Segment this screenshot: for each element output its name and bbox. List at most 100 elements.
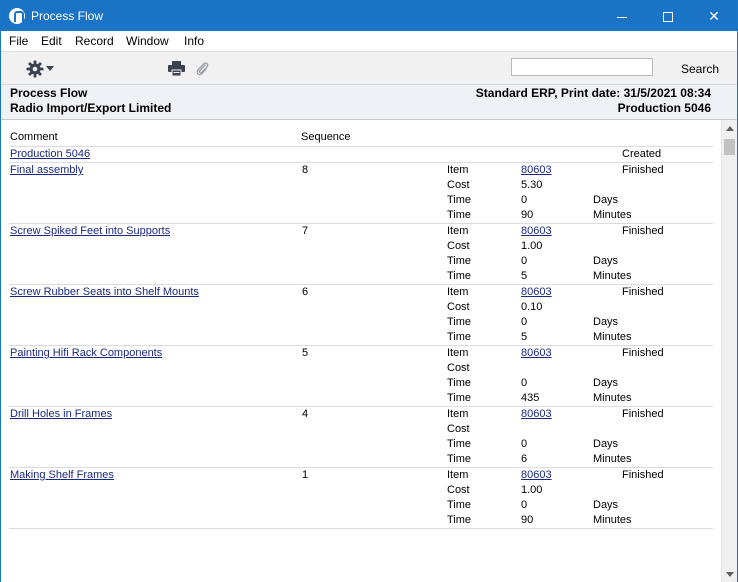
item-link[interactable]: 80603 (521, 408, 552, 420)
time-label: Time (447, 499, 472, 511)
divider (9, 528, 713, 529)
cost-label: Cost (447, 362, 470, 374)
time-label: Time (447, 392, 472, 404)
minutes-unit: Minutes (593, 270, 632, 282)
divider (9, 345, 713, 346)
maximize-button[interactable] (645, 1, 691, 31)
days-unit: Days (593, 499, 619, 511)
cost-value: 1.00 (521, 240, 543, 252)
step-comment-link[interactable]: Screw Spiked Feet into Supports (10, 225, 170, 237)
cost-label: Cost (447, 240, 470, 252)
menu-info[interactable]: Info (184, 34, 204, 48)
step-comment-link[interactable]: Screw Rubber Seats into Shelf Mounts (10, 286, 199, 298)
printer-icon[interactable] (168, 61, 185, 76)
vertical-scrollbar[interactable] (721, 120, 737, 582)
gear-icon[interactable] (26, 60, 44, 78)
scroll-thumb[interactable] (724, 139, 735, 155)
report-title: Process Flow (10, 86, 88, 100)
days-unit: Days (593, 377, 619, 389)
days-unit: Days (593, 438, 619, 450)
minimize-button[interactable] (599, 1, 645, 31)
step-sequence: 8 (302, 164, 309, 176)
item-label: Item (447, 347, 469, 359)
step-sequence: 5 (302, 347, 309, 359)
window-title: Process Flow (31, 9, 104, 23)
days-value: 0 (521, 499, 528, 511)
minutes-value: 435 (521, 392, 540, 404)
paperclip-icon[interactable] (195, 60, 209, 77)
divider (9, 284, 713, 285)
days-unit: Days (593, 316, 619, 328)
step-status: Finished (622, 164, 664, 176)
step-comment-link[interactable]: Final assembly (10, 164, 83, 176)
step-sequence: 1 (302, 469, 309, 481)
scroll-down-icon[interactable] (726, 572, 734, 577)
time-label: Time (447, 331, 472, 343)
item-label: Item (447, 225, 469, 237)
time-label: Time (447, 270, 472, 282)
minutes-value: 90 (521, 514, 534, 526)
item-link[interactable]: 80603 (521, 164, 552, 176)
menu-window[interactable]: Window (126, 34, 169, 48)
cost-value: 5.30 (521, 179, 543, 191)
menu-edit[interactable]: Edit (41, 34, 62, 48)
step-status: Finished (622, 225, 664, 237)
production-ref: Production 5046 (617, 101, 711, 115)
title-bar[interactable]: Process Flow ✕ (1, 1, 737, 31)
time-label: Time (447, 316, 472, 328)
search-input[interactable] (511, 58, 653, 76)
maximize-icon (663, 12, 673, 23)
production-status: Created (622, 148, 662, 160)
cost-label: Cost (447, 423, 470, 435)
item-link[interactable]: 80603 (521, 347, 552, 359)
days-value: 0 (521, 194, 528, 206)
minimize-icon (617, 16, 627, 18)
menu-file[interactable]: File (9, 34, 28, 48)
time-label: Time (447, 209, 472, 221)
time-label: Time (447, 377, 472, 389)
menu-record[interactable]: Record (75, 34, 114, 48)
report-header: Process Flow Radio Import/Export Limited… (1, 84, 737, 120)
cost-label: Cost (447, 301, 470, 313)
minutes-unit: Minutes (593, 392, 632, 404)
close-button[interactable]: ✕ (691, 1, 737, 31)
step-sequence: 6 (302, 286, 309, 298)
step-comment-link[interactable]: Making Shelf Frames (10, 469, 114, 481)
time-label: Time (447, 438, 472, 450)
search-button[interactable]: Search (681, 62, 719, 76)
minutes-value: 90 (521, 209, 534, 221)
days-unit: Days (593, 194, 619, 206)
item-link[interactable]: 80603 (521, 225, 552, 237)
minutes-unit: Minutes (593, 453, 632, 465)
days-value: 0 (521, 255, 528, 267)
step-status: Finished (622, 286, 664, 298)
cost-value: 1.00 (521, 484, 543, 496)
print-date: Standard ERP, Print date: 31/5/2021 08:3… (475, 86, 711, 100)
minutes-unit: Minutes (593, 331, 632, 343)
divider (9, 223, 713, 224)
item-link[interactable]: 80603 (521, 286, 552, 298)
scroll-up-icon[interactable] (726, 126, 734, 131)
minutes-value: 5 (521, 331, 528, 343)
days-value: 0 (521, 316, 528, 328)
step-status: Finished (622, 347, 664, 359)
time-label: Time (447, 255, 472, 267)
process-flow-window: Process Flow ✕ File Edit Record Window I… (0, 0, 738, 582)
divider (9, 406, 713, 407)
item-link[interactable]: 80603 (521, 469, 552, 481)
step-status: Finished (622, 408, 664, 420)
minutes-value: 6 (521, 453, 528, 465)
production-link[interactable]: Production 5046 (10, 148, 90, 160)
step-comment-link[interactable]: Painting Hifi Rack Components (10, 347, 162, 359)
item-label: Item (447, 408, 469, 420)
menu-bar: File Edit Record Window Info (1, 31, 737, 51)
minutes-unit: Minutes (593, 514, 632, 526)
divider (9, 146, 713, 147)
cost-value: 0.10 (521, 301, 543, 313)
app-icon (9, 8, 25, 24)
days-value: 0 (521, 377, 528, 389)
chevron-down-icon[interactable] (46, 66, 54, 71)
days-unit: Days (593, 255, 619, 267)
step-comment-link[interactable]: Drill Holes in Frames (10, 408, 112, 420)
item-label: Item (447, 286, 469, 298)
